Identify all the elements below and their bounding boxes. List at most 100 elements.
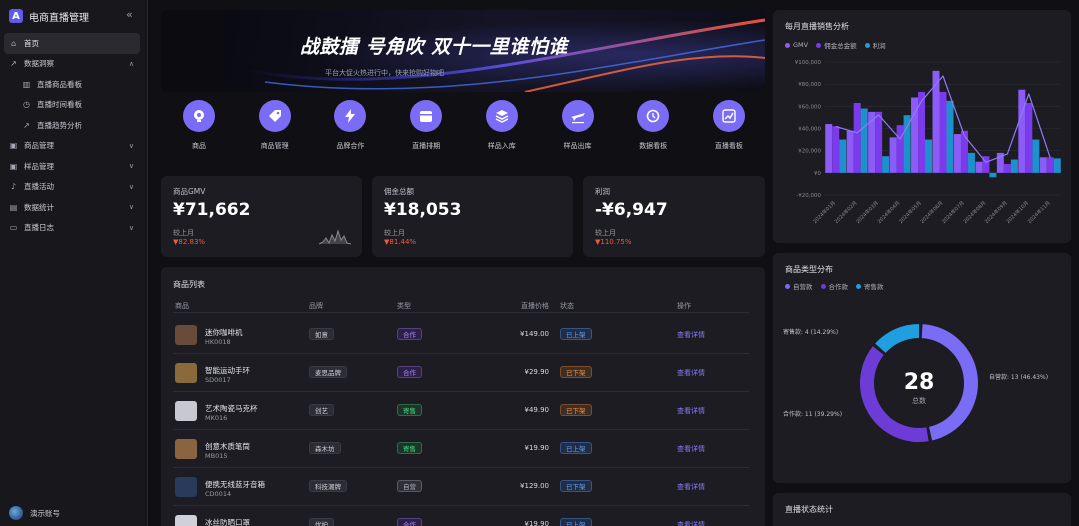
sidebar-item-label: 样品管理 <box>24 161 54 171</box>
quick-action[interactable]: 商品 <box>169 100 229 151</box>
table-row: 创意木质笔筒 MB015 森木坊 寄售 ¥19.90 已上架 查看详情 <box>173 430 749 468</box>
type-tag: 合作 <box>397 518 422 526</box>
stat-delta: ▼81.44% <box>384 238 417 246</box>
quick-action[interactable]: 直播排期 <box>396 100 456 151</box>
bar-GMV <box>1039 157 1047 173</box>
product-name: 创意木质笔筒 <box>205 442 250 451</box>
stat-value: ¥71,662 <box>173 200 251 220</box>
product-name: 智能运动手环 <box>205 366 250 375</box>
sidebar-item[interactable]: ↗ 直播趋势分析 <box>4 115 140 136</box>
donut-center-value: 28 <box>904 370 935 395</box>
banner-image: 战鼓擂 号角吹 双十一里谁怕谁 平台大促火热进行中，快来抢购好物吧 <box>225 10 765 92</box>
bar-佣金总金额 <box>853 103 861 173</box>
quick-action[interactable]: 样品出库 <box>548 100 608 151</box>
quick-action[interactable]: 品牌合作 <box>320 100 380 151</box>
stat-value: -¥6,947 <box>595 200 668 220</box>
sidebar-item[interactable]: ▣ 样品管理 ∨ <box>4 156 140 177</box>
sidebar-item[interactable]: ♪ 直播活动 ∨ <box>4 177 140 198</box>
bar-GMV <box>825 124 833 173</box>
sidebar-item[interactable]: ▥ 直播商品看板 <box>4 74 140 95</box>
monthly-sales-chart: ¥100,000 ¥80,000 ¥60,000 ¥40,000 ¥20,000 ¥0 -¥… <box>795 60 1061 225</box>
quick-action[interactable]: 直播看板 <box>699 100 759 151</box>
chevron-down-icon: ∨ <box>128 223 134 232</box>
app-logo-icon: A <box>9 9 23 23</box>
quick-action[interactable]: 数据看板 <box>623 100 683 151</box>
sidebar-item[interactable]: ↗ 数据洞察 ∧ <box>4 54 140 75</box>
sparkline-chart <box>319 229 351 245</box>
sidebar-item[interactable]: ◷ 直播时间看板 <box>4 95 140 116</box>
product-code: SD0017 <box>205 376 231 384</box>
bar-GMV <box>953 134 961 173</box>
type-tag: 寄售 <box>397 404 422 416</box>
view-details-link[interactable]: 查看详情 <box>677 368 705 378</box>
banner-subtitle: 平台大促火热进行中，快来抢购好物吧 <box>325 69 444 77</box>
view-details-link[interactable]: 查看详情 <box>677 406 705 416</box>
live-price: ¥19.90 <box>524 444 550 452</box>
app-title: 电商直播管理 <box>29 12 89 24</box>
product-name: 艺术陶瓷马克杯 <box>205 404 258 413</box>
trend-icon: ↗ <box>10 59 17 69</box>
quick-action-label: 直播看板 <box>714 142 743 150</box>
doc-icon: ▭ <box>9 223 18 233</box>
bar-佣金总金额 <box>896 125 904 173</box>
product-name: 迷你咖啡机 <box>205 328 243 337</box>
stat-card-profit: 利润 -¥6,947 较上月 ▼110.75% <box>583 176 765 257</box>
bar-利润 <box>860 108 868 173</box>
type-tag: 自营 <box>397 480 422 492</box>
bar-佣金总金额 <box>832 126 840 173</box>
view-details-link[interactable]: 查看详情 <box>677 444 705 454</box>
y-tick-label: ¥80,000 <box>798 82 821 88</box>
collapse-sidebar-button[interactable]: « <box>126 8 133 21</box>
sidebar-item-label: 首页 <box>24 38 39 48</box>
view-details-link[interactable]: 查看详情 <box>677 520 705 526</box>
bar-佣金总金额 <box>960 130 968 173</box>
sidebar-item[interactable]: ▣ 商品管理 ∨ <box>4 136 140 157</box>
bar-利润 <box>903 115 911 173</box>
view-details-link[interactable]: 查看详情 <box>677 330 705 340</box>
bar-GMV <box>846 130 854 173</box>
clock-icon: ◷ <box>23 100 30 110</box>
view-details-link[interactable]: 查看详情 <box>677 482 705 492</box>
stat-value: ¥18,053 <box>384 200 462 220</box>
type-tag: 合作 <box>397 366 422 378</box>
status-badge: 已上架 <box>560 442 592 454</box>
y-tick-label: ¥100,000 <box>795 60 822 66</box>
bar-佣金总金额 <box>1025 103 1033 173</box>
app-root: A 电商直播管理 « ⌂ 首页 ↗ 数据洞察 ∧ ▥ 直播商品看板 ◷ 直播时间看板 ↗ 直播趋势分… <box>0 0 1079 526</box>
home-icon: ⌂ <box>10 38 17 48</box>
promo-banner[interactable]: 战鼓擂 号角吹 双十一里谁怕谁 平台大促火热进行中，快来抢购好物吧 <box>161 10 765 92</box>
bar-利润 <box>1032 139 1040 173</box>
chevron-down-icon: ∨ <box>128 141 134 150</box>
layers-icon <box>485 100 518 132</box>
sidebar-item[interactable]: ▭ 直播日志 ∨ <box>4 218 140 239</box>
user-name: 演示账号 <box>30 508 60 518</box>
stat-compare-label: 较上月 <box>595 229 616 237</box>
user-profile[interactable]: 演示账号 <box>9 506 60 520</box>
chart-title: 直播状态统计 <box>785 505 833 514</box>
sidebar-item[interactable]: ▤ 数据统计 ∨ <box>4 197 140 218</box>
live-status-card: 直播状态统计 <box>773 493 1071 526</box>
product-thumbnail <box>175 401 197 421</box>
column-header: 状态 <box>560 302 574 310</box>
quick-action-label: 样品入库 <box>487 142 516 150</box>
mic-icon: ♪ <box>10 182 17 192</box>
trend-icon: ↗ <box>23 120 30 130</box>
sidebar-item[interactable]: ⌂ 首页 <box>4 33 140 54</box>
live-price: ¥19.90 <box>524 520 550 526</box>
type-tag: 寄售 <box>397 442 422 454</box>
type-tag: 合作 <box>397 328 422 340</box>
quick-action[interactable]: 商品管理 <box>245 100 305 151</box>
banner-title: 战鼓擂 号角吹 双十一里谁怕谁 <box>300 36 568 58</box>
product-type-card: 商品类型分布 自营款 合作款 寄售款 28 总数 自营款: 13 (46.43%) 合作款… <box>773 253 1071 483</box>
quick-action[interactable]: 样品入库 <box>472 100 532 151</box>
product-thumbnail <box>175 477 197 497</box>
product-name: 冰丝防晒口罩 <box>205 518 250 526</box>
chevron-down-icon: ∨ <box>128 203 134 212</box>
product-code: MB015 <box>205 452 228 460</box>
bulb-icon <box>183 100 215 132</box>
sidebar-item-label: 直播时间看板 <box>37 100 82 110</box>
status-badge: 已上架 <box>560 328 592 340</box>
live-price: ¥49.90 <box>524 406 550 414</box>
live-price: ¥149.00 <box>520 330 549 338</box>
bar-利润 <box>882 156 890 173</box>
